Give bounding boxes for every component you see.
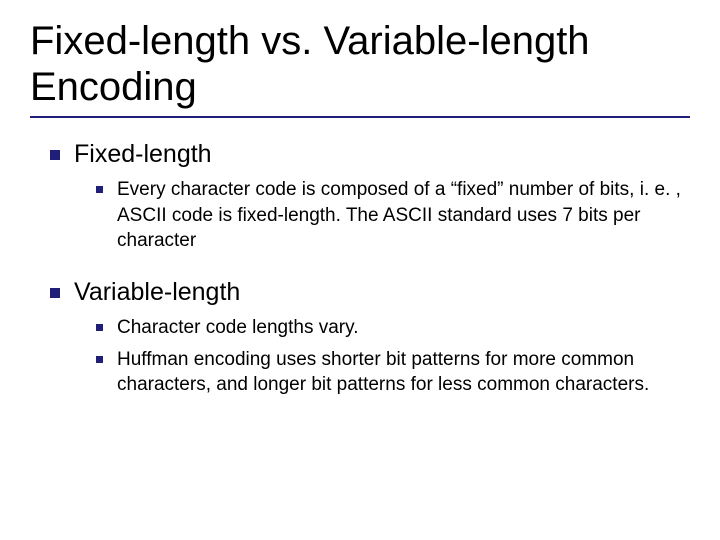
section-heading: Variable-length (74, 278, 240, 307)
bullet-text: Huffman encoding uses shorter bit patter… (117, 347, 690, 398)
square-bullet-icon (96, 324, 103, 331)
square-bullet-icon (96, 186, 103, 193)
square-bullet-icon (96, 356, 103, 363)
square-bullet-icon (50, 150, 60, 160)
list-item: Huffman encoding uses shorter bit patter… (96, 347, 690, 398)
bullet-text: Character code lengths vary. (117, 315, 359, 341)
sub-list: Character code lengths vary. Huffman enc… (50, 315, 690, 398)
slide-title: Fixed-length vs. Variable-length Encodin… (30, 18, 690, 110)
list-item: Fixed-length (50, 140, 690, 169)
bullet-text: Every character code is composed of a “f… (117, 177, 690, 254)
title-underline (30, 116, 690, 118)
section-heading: Fixed-length (74, 140, 212, 169)
list-item: Variable-length (50, 278, 690, 307)
slide-content: Fixed-length Every character code is com… (30, 140, 690, 398)
list-item: Every character code is composed of a “f… (96, 177, 690, 254)
square-bullet-icon (50, 288, 60, 298)
list-item: Character code lengths vary. (96, 315, 690, 341)
sub-list: Every character code is composed of a “f… (50, 177, 690, 254)
